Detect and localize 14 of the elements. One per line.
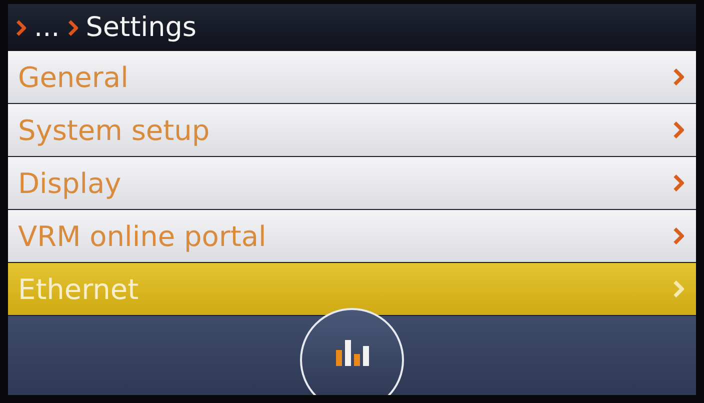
chevron-icon	[673, 174, 684, 192]
menu-item[interactable]: General	[8, 51, 696, 103]
breadcrumb-ellipsis[interactable]: ...	[34, 12, 60, 43]
chevron-icon	[16, 18, 26, 36]
chevron-icon	[68, 18, 78, 36]
menu-item[interactable]: VRM online portal	[8, 210, 696, 262]
chevron-icon	[673, 121, 684, 139]
menu-item[interactable]: Ethernet	[8, 263, 696, 315]
chevron-icon	[673, 227, 684, 245]
menu-item[interactable]: Display	[8, 157, 696, 209]
chevron-icon	[673, 280, 684, 298]
page-title: Settings	[86, 12, 196, 43]
chevron-icon	[673, 68, 684, 86]
menu-item[interactable]: System setup	[8, 104, 696, 156]
